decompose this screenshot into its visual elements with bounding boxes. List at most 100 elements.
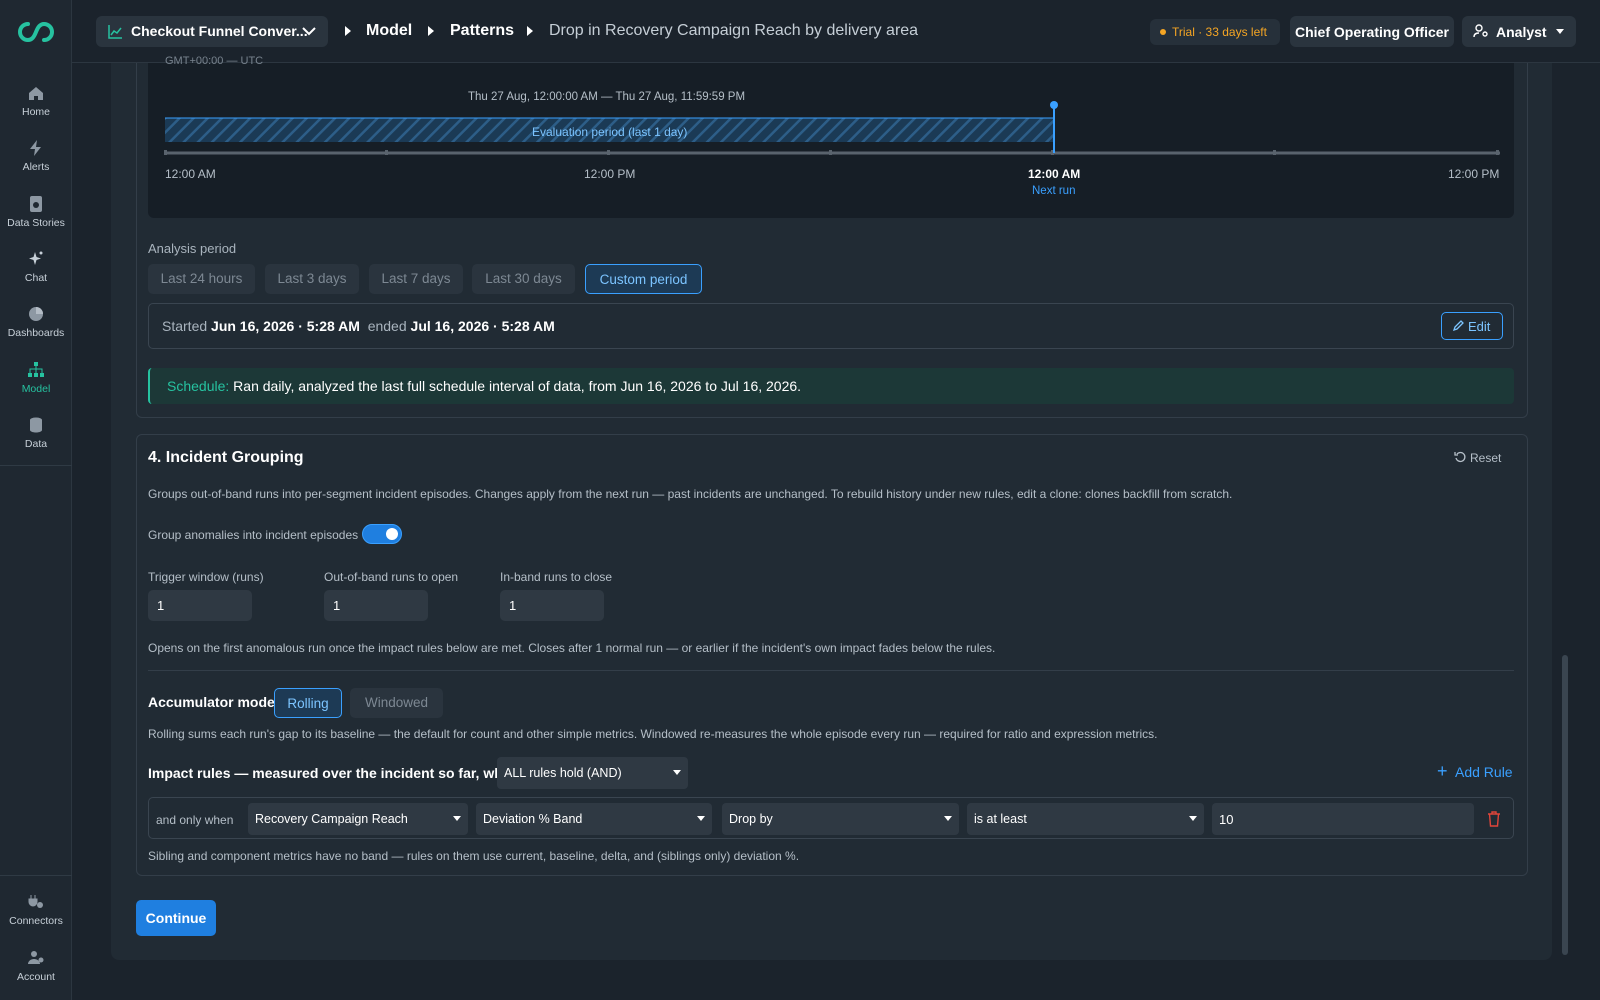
timeline-graphic (164, 101, 1500, 155)
bolt-icon (30, 140, 41, 156)
rule-prefix: and only when (156, 813, 234, 827)
sidebar-item-chat[interactable]: Chat (0, 250, 72, 284)
sidebar-item-connectors[interactable]: Connectors (0, 893, 72, 927)
impact-mode-value: ALL rules hold (AND) (504, 766, 622, 780)
project-selector[interactable]: Checkout Funnel Conver... (96, 16, 328, 47)
divider (148, 670, 1514, 671)
plug-icon (28, 895, 43, 908)
trial-badge[interactable]: Trial · 33 days left (1150, 19, 1280, 45)
toggle-label: Group anomalies into incident episodes (148, 528, 359, 542)
period-last-30-days[interactable]: Last 30 days (472, 264, 575, 294)
schedule-text: Ran daily, analyzed the last full schedu… (233, 378, 802, 394)
open-runs-input[interactable]: 1 (324, 590, 428, 621)
trigger-window-input[interactable]: 1 (148, 590, 252, 621)
reset-label: Reset (1470, 451, 1502, 465)
evaluation-period-label: Evaluation period (last 1 day) (532, 125, 688, 139)
sidebar-item-label: Data Stories (7, 217, 65, 229)
breadcrumb-separator-icon (345, 26, 351, 36)
add-rule-label: Add Rule (1455, 764, 1513, 780)
period-last-3-days[interactable]: Last 3 days (265, 264, 359, 294)
toggle-knob (386, 528, 398, 540)
breadcrumb-patterns[interactable]: Patterns (450, 22, 514, 40)
app-logo-icon[interactable] (14, 18, 58, 46)
sidebar-divider (0, 875, 72, 876)
sidebar-item-label: Data (24, 438, 48, 450)
line-chart-icon (108, 25, 122, 39)
reset-button[interactable]: Reset (1454, 451, 1502, 465)
trash-icon[interactable] (1487, 811, 1501, 827)
sidebar-item-label: Connectors (9, 915, 63, 927)
user-cog-icon (1473, 24, 1488, 38)
section-title: 4. Incident Grouping (148, 449, 304, 466)
mode-rolling[interactable]: Rolling (274, 688, 342, 718)
user-gear-icon (28, 951, 44, 964)
tick-label: 12:00 AM (165, 167, 216, 181)
sidebar-item-label: Model (21, 383, 51, 395)
accumulator-description: Rolling sums each run's gap to its basel… (148, 727, 1158, 741)
direction-select[interactable]: Drop by (722, 803, 959, 835)
grouping-description: Groups out-of-band runs into per-segment… (148, 487, 1233, 501)
field-label: Out-of-band runs to open (324, 570, 459, 584)
schedule-timeline: GMT+00:00 — UTC Thu 27 Aug, 12:00:00 AM … (148, 55, 1514, 218)
caret-down-icon (673, 770, 681, 775)
tick-label: 12:00 PM (1448, 167, 1500, 181)
period-last-24-hours[interactable]: Last 24 hours (148, 264, 255, 294)
next-run-label: Next run (1032, 185, 1076, 197)
chevron-down-icon (302, 27, 316, 36)
add-rule-button[interactable]: + Add Rule (1437, 761, 1513, 781)
breadcrumb-separator-icon (428, 26, 434, 36)
group-anomalies-toggle[interactable] (362, 524, 402, 544)
analysis-period-title: Analysis period (148, 241, 237, 256)
sidebar-item-home[interactable]: Home (0, 84, 72, 118)
impact-mode-select[interactable]: ALL rules hold (AND) (497, 757, 688, 789)
sidebar-divider (0, 465, 72, 466)
comparator-select[interactable]: is at least (967, 803, 1204, 835)
sidebar-item-label: Chat (24, 272, 48, 284)
caret-down-icon (697, 816, 705, 821)
breadcrumb-separator-icon (527, 26, 533, 36)
grouping-note: Opens on the first anomalous run once th… (148, 641, 996, 655)
sidebar-item-label: Account (17, 971, 55, 983)
measure-value: Deviation % Band (483, 812, 583, 826)
hierarchy-icon (28, 362, 44, 377)
sidebar-item-data[interactable]: Data (0, 416, 72, 450)
sidebar-item-account[interactable]: Account (0, 949, 72, 983)
sidebar-item-data-stories[interactable]: Data Stories (0, 195, 72, 229)
direction-value: Drop by (729, 812, 773, 826)
sidebar-item-alerts[interactable]: Alerts (0, 139, 72, 173)
sidebar-item-label: Dashboards (7, 327, 65, 339)
edit-label: Edit (1468, 319, 1491, 334)
continue-button[interactable]: Continue (136, 900, 216, 936)
sidebar-item-model[interactable]: Model (0, 361, 72, 395)
started-value: Jun 16, 2026 · 5:28 AM (211, 318, 360, 334)
period-last-7-days[interactable]: Last 7 days (369, 264, 463, 294)
plus-icon: + (1437, 761, 1448, 781)
metric-select[interactable]: Recovery Campaign Reach (248, 803, 468, 835)
reset-icon (1454, 451, 1466, 463)
top-header: Checkout Funnel Conver... Model Patterns… (72, 0, 1600, 63)
tick-label-next-run: 12:00 AM (1028, 167, 1081, 181)
threshold-input[interactable]: 10 (1212, 803, 1474, 835)
custom-period-box: Started Jun 16, 2026 · 5:28 AM ended Jul… (148, 303, 1514, 349)
started-label: Started (162, 318, 208, 334)
project-name: Checkout Funnel Conver... (131, 23, 308, 39)
database-icon (30, 417, 42, 433)
measure-select[interactable]: Deviation % Band (476, 803, 712, 835)
edit-period-button[interactable]: Edit (1441, 312, 1503, 340)
close-runs-input[interactable]: 1 (500, 590, 604, 621)
impact-rules-title: Impact rules — measured over the inciden… (148, 765, 520, 781)
caret-down-icon (453, 816, 461, 821)
role-button[interactable]: Chief Operating Officer (1290, 16, 1454, 47)
ended-label: ended (367, 318, 407, 334)
home-icon (29, 87, 43, 100)
tick-label: 12:00 PM (584, 167, 636, 181)
ended-value: Jul 16, 2026 · 5:28 AM (410, 318, 555, 334)
mode-windowed[interactable]: Windowed (350, 688, 443, 718)
scrollbar[interactable] (1562, 655, 1568, 955)
user-menu[interactable]: Analyst (1462, 16, 1576, 47)
period-custom[interactable]: Custom period (585, 264, 702, 294)
sidebar-item-dashboards[interactable]: Dashboards (0, 305, 72, 339)
sidebar-item-label: Alerts (22, 161, 50, 173)
breadcrumb-model[interactable]: Model (366, 22, 412, 40)
schedule-key: Schedule: (167, 378, 230, 394)
